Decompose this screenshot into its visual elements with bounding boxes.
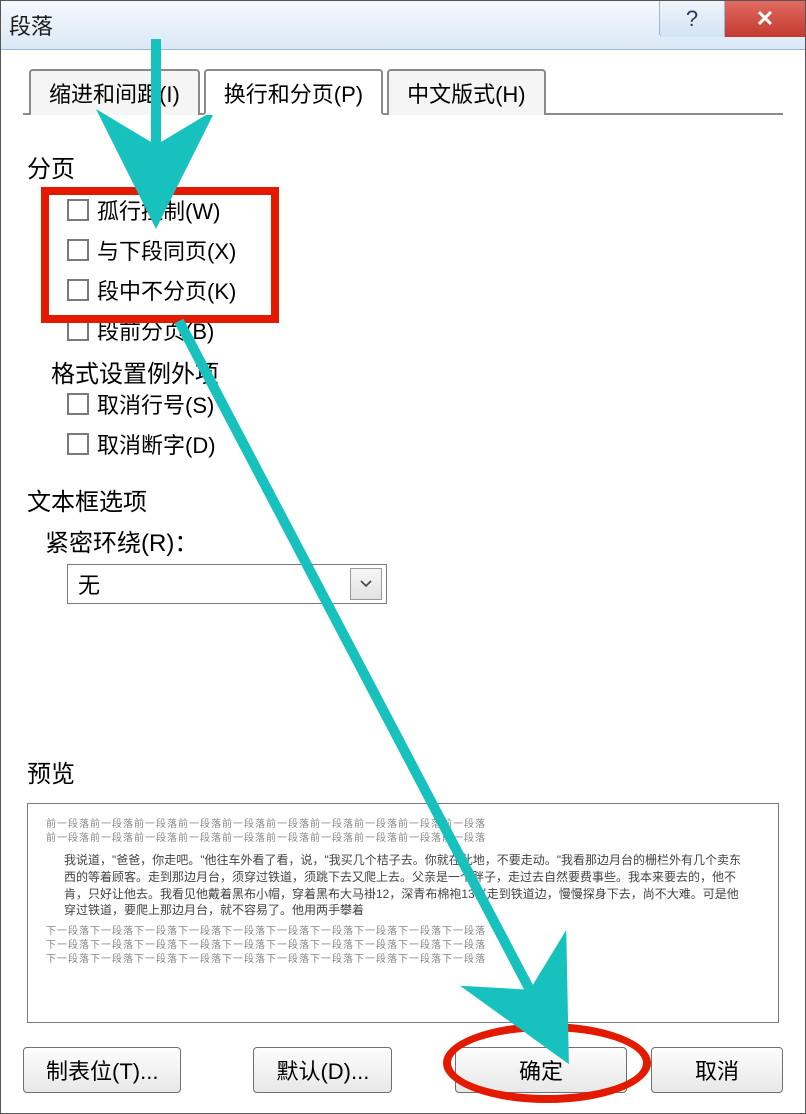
preview-faint-line: 前一段落前一段落前一段落前一段落前一段落前一段落前一段落前一段落前一段落前一段落 — [46, 832, 760, 846]
help-button[interactable]: ? — [659, 1, 724, 37]
paragraph-dialog: 段落 ? ✕ 缩进和间距(I) 换行和分页(P) 中文版式(H) 分页 — [0, 0, 806, 1114]
option-keep-lines-together[interactable]: 段中不分页(K) — [27, 270, 779, 310]
option-label: 段前分页(B) — [97, 314, 214, 346]
option-label: 孤行控制(W) — [97, 194, 220, 226]
help-icon: ? — [686, 6, 698, 32]
close-button[interactable]: ✕ — [724, 1, 805, 37]
checkbox-icon[interactable] — [67, 393, 89, 415]
preview-body-text: 我说道，"爸爸，你走吧。"他往车外看了看，说，"我买几个桔子去。你就在此地，不要… — [46, 846, 760, 925]
button-label: 取消 — [695, 1054, 739, 1086]
option-suppress-line-numbers[interactable]: 取消行号(S) — [27, 384, 779, 424]
option-page-break-before[interactable]: 段前分页(B) — [27, 310, 779, 350]
checkbox-icon[interactable] — [67, 433, 89, 455]
option-label: 取消行号(S) — [97, 388, 214, 420]
wrap-label: 紧密环绕(R)： — [45, 523, 779, 558]
tab-panel: 分页 孤行控制(W) 与下段同页(X) 段中不分页(K) 段前分页(B) 格式设… — [23, 115, 783, 1023]
close-icon: ✕ — [756, 6, 774, 32]
preview-faint-line: 下一段落下一段落下一段落下一段落下一段落下一段落下一段落下一段落下一段落下一段落 — [46, 953, 760, 967]
dialog-footer: 制表位(T)... 默认(D)... 确定 取消 — [23, 1047, 783, 1093]
tab-label: 中文版式(H) — [407, 82, 526, 107]
option-label: 段中不分页(K) — [97, 274, 236, 306]
preview-faint-line: 下一段落下一段落下一段落下一段落下一段落下一段落下一段落下一段落下一段落下一段落 — [46, 925, 760, 939]
chevron-down-icon[interactable] — [350, 568, 382, 600]
group-exceptions-title: 格式设置例外项 — [51, 354, 219, 389]
button-label: 默认(D)... — [276, 1054, 369, 1086]
option-keep-with-next[interactable]: 与下段同页(X) — [27, 230, 779, 270]
ok-button[interactable]: 确定 — [455, 1047, 627, 1093]
tab-line-page-breaks[interactable]: 换行和分页(P) — [204, 69, 383, 115]
group-preview-title: 预览 — [27, 754, 779, 789]
set-default-button[interactable]: 默认(D)... — [253, 1047, 392, 1093]
tab-label: 换行和分页(P) — [224, 82, 363, 107]
tab-strip: 缩进和间距(I) 换行和分页(P) 中文版式(H) — [23, 67, 783, 115]
checkbox-icon[interactable] — [67, 199, 89, 221]
checkbox-icon[interactable] — [67, 239, 89, 261]
tight-wrap-dropdown[interactable]: 无 — [67, 564, 387, 604]
option-widow-orphan[interactable]: 孤行控制(W) — [27, 190, 779, 230]
preview-faint-line: 下一段落下一段落下一段落下一段落下一段落下一段落下一段落下一段落下一段落下一段落 — [46, 939, 760, 953]
tab-indent-spacing[interactable]: 缩进和间距(I) — [29, 69, 200, 115]
tab-chinese-layout[interactable]: 中文版式(H) — [387, 69, 546, 115]
option-label: 与下段同页(X) — [97, 234, 236, 266]
titlebar: 段落 ? ✕ — [1, 1, 805, 50]
window-title: 段落 — [9, 9, 53, 41]
client-area: 缩进和间距(I) 换行和分页(P) 中文版式(H) 分页 孤行控制(W) 与下段… — [1, 49, 805, 1113]
option-no-hyphenation[interactable]: 取消断字(D) — [27, 424, 779, 464]
checkbox-icon[interactable] — [67, 319, 89, 341]
group-pagination-title: 分页 — [27, 149, 779, 184]
dropdown-value: 无 — [78, 568, 100, 600]
tab-label: 缩进和间距(I) — [49, 82, 180, 107]
group-textbox-title: 文本框选项 — [27, 482, 779, 517]
button-label: 制表位(T)... — [46, 1054, 158, 1086]
tabstops-button[interactable]: 制表位(T)... — [23, 1047, 181, 1093]
checkbox-icon[interactable] — [67, 279, 89, 301]
cancel-button[interactable]: 取消 — [651, 1047, 783, 1093]
preview-faint-line: 前一段落前一段落前一段落前一段落前一段落前一段落前一段落前一段落前一段落前一段落 — [46, 818, 760, 832]
option-label: 取消断字(D) — [97, 428, 216, 460]
button-label: 确定 — [519, 1054, 563, 1086]
preview-box: 前一段落前一段落前一段落前一段落前一段落前一段落前一段落前一段落前一段落前一段落… — [27, 803, 779, 1023]
